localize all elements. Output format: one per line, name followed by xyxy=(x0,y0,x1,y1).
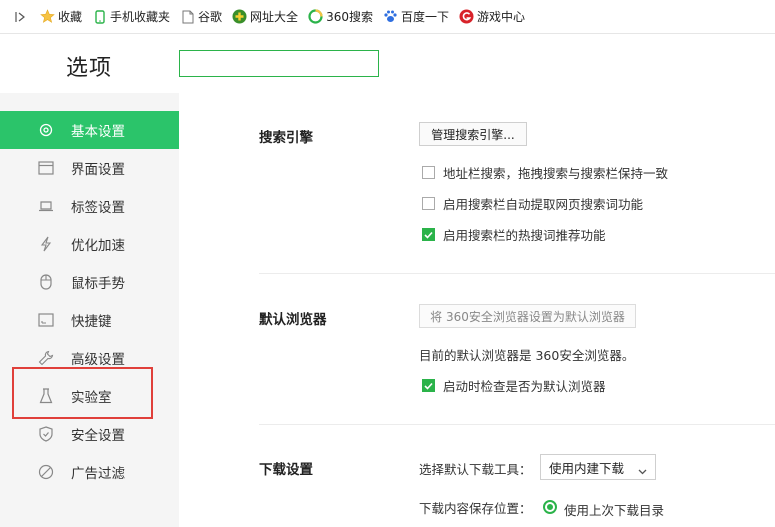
bookmark-label: 网址大全 xyxy=(250,10,299,24)
chevron-down-icon xyxy=(638,463,647,478)
sidebar-item-mouse-gestures[interactable]: 鼠标手势 xyxy=(0,263,179,301)
sidebar-item-label: 安全设置 xyxy=(71,428,125,444)
bookmark-label: 360搜索 xyxy=(326,10,373,24)
bookmark-favorites[interactable]: 收藏 xyxy=(40,8,82,25)
sidebar-item-label: 基本设置 xyxy=(71,124,125,140)
checkbox[interactable] xyxy=(422,228,435,241)
checkbox[interactable] xyxy=(422,197,435,210)
checkbox-row-hot-search-recommend[interactable]: 启用搜索栏的热搜词推荐功能 xyxy=(422,225,606,244)
checkmark-icon xyxy=(424,231,433,239)
mouse-icon xyxy=(38,274,54,290)
download-tool-label: 选择默认下载工具： xyxy=(419,462,532,477)
bookmark-game-center[interactable]: 游戏中心 xyxy=(459,8,525,25)
bookmark-label: 百度一下 xyxy=(400,10,449,24)
star-icon xyxy=(40,9,55,24)
window-icon xyxy=(38,160,54,176)
keyboard-icon xyxy=(38,312,54,328)
360-search-icon xyxy=(308,9,323,24)
checkbox[interactable] xyxy=(422,379,435,392)
sidebar-item-label: 高级设置 xyxy=(71,352,125,368)
sidebar-item-label: 鼠标手势 xyxy=(71,276,125,292)
sidebar-toggle-icon[interactable] xyxy=(10,11,30,23)
section-title-default-browser: 默认浏览器 xyxy=(259,312,327,328)
phone-icon xyxy=(92,9,107,24)
wrench-icon xyxy=(38,350,54,366)
sidebar-item-label: 广告过滤 xyxy=(71,466,125,482)
sidebar-item-tab-settings[interactable]: 标签设置 xyxy=(0,187,179,225)
sidebar-item-ad-filter[interactable]: 广告过滤 xyxy=(0,453,179,491)
manage-search-engines-button[interactable]: 管理搜索引擎... xyxy=(419,122,527,146)
sidebar-item-optimize[interactable]: 优化加速 xyxy=(0,225,179,263)
paw-icon xyxy=(383,9,398,24)
sidebar-item-label: 快捷键 xyxy=(71,314,112,330)
bookmark-mobile-favorites[interactable]: 手机收藏夹 xyxy=(92,8,170,25)
bookmarks-bar: 收藏 手机收藏夹 谷歌 网址大全 360搜索 百度一下 游戏中心 xyxy=(0,0,775,34)
tab-icon xyxy=(38,198,54,214)
page-title: 选项 xyxy=(66,56,113,81)
bookmark-360-search[interactable]: 360搜索 xyxy=(308,8,373,25)
options-search-input[interactable] xyxy=(179,50,379,77)
radio-last-download-dir[interactable] xyxy=(543,500,557,514)
flask-icon xyxy=(38,388,54,404)
radio-dot xyxy=(547,504,553,510)
bookmark-google[interactable]: 谷歌 xyxy=(180,8,222,25)
sidebar-item-security-settings[interactable]: 安全设置 xyxy=(0,415,179,453)
download-location-label: 下载内容保存位置： xyxy=(419,501,532,516)
sidebar: 基本设置 界面设置 标签设置 优化加速 鼠标手势 快捷键 高级设置 实验室 安全… xyxy=(0,93,179,527)
checkbox-row-address-bar-search[interactable]: 地址栏搜索，拖拽搜索与搜索栏保持一致 xyxy=(422,163,668,182)
sidebar-item-label: 标签设置 xyxy=(71,200,125,216)
default-browser-status: 目前的默认浏览器是 360安全浏览器。 xyxy=(419,348,635,363)
checkmark-icon xyxy=(424,382,433,390)
plus-circle-icon xyxy=(232,9,247,24)
shield-icon xyxy=(38,426,54,442)
checkbox-row-check-default-on-start[interactable]: 启动时检查是否为默认浏览器 xyxy=(422,376,606,395)
sidebar-item-ui-settings[interactable]: 界面设置 xyxy=(0,149,179,187)
bookmark-label: 游戏中心 xyxy=(476,10,525,24)
checkbox-label: 启动时检查是否为默认浏览器 xyxy=(443,379,606,394)
sidebar-item-advanced-settings[interactable]: 高级设置 xyxy=(0,339,179,377)
gear-icon xyxy=(38,122,54,138)
checkbox[interactable] xyxy=(422,166,435,179)
sidebar-item-shortcuts[interactable]: 快捷键 xyxy=(0,301,179,339)
bookmark-baidu[interactable]: 百度一下 xyxy=(383,8,449,25)
section-divider xyxy=(259,424,775,425)
checkbox-label: 地址栏搜索，拖拽搜索与搜索栏保持一致 xyxy=(443,166,669,181)
section-divider xyxy=(259,273,775,274)
sidebar-item-label: 优化加速 xyxy=(71,238,125,254)
set-default-browser-button[interactable]: 将 360安全浏览器设置为默认浏览器 xyxy=(419,304,636,328)
bookmark-url-directory[interactable]: 网址大全 xyxy=(232,8,298,25)
sidebar-item-label: 界面设置 xyxy=(71,162,125,178)
checkbox-label: 启用搜索栏自动提取网页搜索词功能 xyxy=(443,197,644,212)
checkbox-row-auto-extract-terms[interactable]: 启用搜索栏自动提取网页搜索词功能 xyxy=(422,194,643,213)
checkbox-label: 启用搜索栏的热搜词推荐功能 xyxy=(443,228,606,243)
bookmark-label: 谷歌 xyxy=(198,10,223,24)
game-icon xyxy=(459,9,474,24)
download-tool-value: 使用内建下载 xyxy=(549,460,625,476)
bookmark-label: 收藏 xyxy=(58,10,83,24)
lightning-icon xyxy=(38,236,54,252)
radio-label: 使用上次下载目录 xyxy=(564,503,665,518)
download-tool-select[interactable]: 使用内建下载 xyxy=(540,454,656,480)
sidebar-item-label: 实验室 xyxy=(71,390,112,406)
sidebar-item-lab[interactable]: 实验室 xyxy=(0,377,179,415)
section-title-download: 下载设置 xyxy=(259,462,313,478)
bookmark-label: 手机收藏夹 xyxy=(110,10,171,24)
block-icon xyxy=(38,464,54,480)
section-title-search-engine: 搜索引擎 xyxy=(259,130,313,146)
sidebar-item-basic-settings[interactable]: 基本设置 xyxy=(0,111,179,149)
page-icon xyxy=(180,9,195,24)
